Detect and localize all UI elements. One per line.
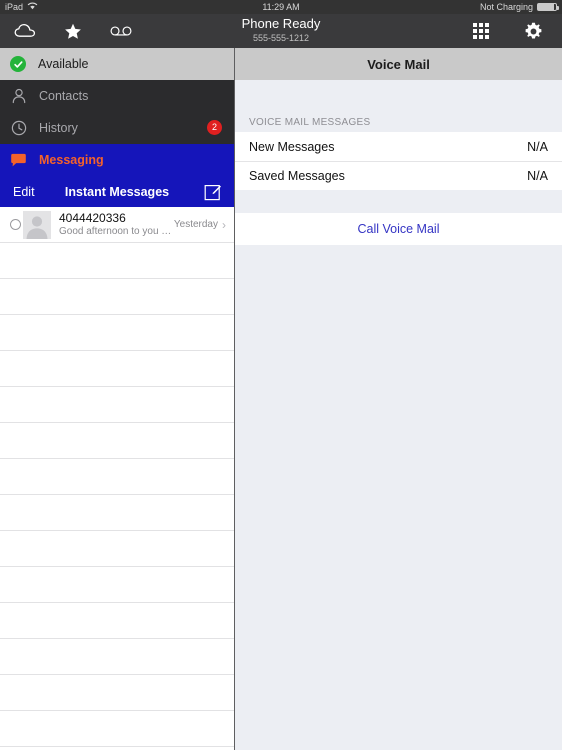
list-item-empty — [0, 279, 234, 315]
app-toolbar: Phone Ready 555-555-1212 — [0, 14, 562, 48]
list-item-empty — [0, 423, 234, 459]
section-header: VOICE MAIL MESSAGES — [235, 110, 562, 132]
battery-icon — [537, 3, 559, 11]
message-preview-text: Good afternoon to you as well — [59, 226, 174, 237]
check-circle-icon — [10, 56, 26, 72]
table-row-new-messages[interactable]: New Messages N/A — [235, 132, 562, 161]
new-messages-label: New Messages — [249, 139, 335, 154]
messages-sub-toolbar: Edit Instant Messages — [0, 176, 234, 207]
list-item[interactable]: 4044420336 Good afternoon to you as well… — [0, 207, 234, 243]
message-timestamp: Yesterday — [173, 219, 218, 230]
detail-bottom-fill — [235, 245, 562, 750]
list-item-empty — [0, 603, 234, 639]
message-list: 4044420336 Good afternoon to you as well… — [0, 207, 234, 747]
list-item-empty — [0, 495, 234, 531]
list-item-empty — [0, 387, 234, 423]
detail-top-spacer — [235, 80, 562, 110]
list-item-empty — [0, 351, 234, 387]
person-icon — [10, 88, 27, 105]
edit-button[interactable]: Edit — [13, 185, 35, 199]
list-item-empty — [0, 315, 234, 351]
list-item-empty — [0, 531, 234, 567]
list-item-empty — [0, 639, 234, 675]
list-item-empty — [0, 567, 234, 603]
status-bar-time: 11:29 AM — [262, 2, 300, 12]
chat-bubble-icon — [10, 152, 27, 169]
clock-icon — [10, 120, 27, 137]
avatar — [23, 210, 51, 239]
section-header-label: VOICE MAIL MESSAGES — [249, 117, 371, 128]
sidebar-item-messaging[interactable]: Messaging — [0, 144, 234, 176]
sidebar-nav-list: Contacts History 2 Messaging — [0, 80, 234, 176]
list-item-empty — [0, 675, 234, 711]
toolbar-left-icons — [14, 14, 132, 48]
cloud-icon[interactable] — [14, 20, 36, 42]
sidebar-item-label-contacts: Contacts — [39, 89, 89, 103]
presence-status-row[interactable]: Available — [0, 48, 234, 80]
battery-status-label: Not Charging — [479, 2, 533, 12]
toolbar-right-icons — [470, 14, 544, 48]
message-sender-name: 4044420336 — [59, 211, 126, 225]
sidebar-item-contacts[interactable]: Contacts — [0, 80, 234, 112]
call-voice-mail-label: Call Voice Mail — [357, 222, 440, 236]
compose-icon[interactable] — [204, 183, 222, 201]
detail-pane: Voice Mail VOICE MAIL MESSAGES New Messa… — [235, 48, 562, 750]
detail-mid-spacer — [235, 190, 562, 213]
saved-messages-label: Saved Messages — [249, 169, 345, 183]
app-root: iPad 11:29 AM Not Charging Phone Ready 5… — [0, 0, 562, 750]
new-messages-value: N/A — [527, 139, 548, 154]
unread-indicator-icon — [10, 219, 21, 230]
sidebar: Available Contacts History 2 Messaging E… — [0, 48, 234, 750]
voicemail-list: New Messages N/A Saved Messages N/A — [235, 132, 562, 190]
instant-messages-title: Instant Messages — [64, 184, 170, 199]
sidebar-item-label-history: History — [39, 121, 78, 135]
chevron-right-icon: › — [222, 217, 226, 232]
status-bar-right: Not Charging — [479, 0, 559, 14]
presence-status-label: Available — [38, 57, 89, 71]
sidebar-item-label-messaging: Messaging — [39, 153, 104, 167]
list-item-empty — [0, 243, 234, 279]
gear-icon[interactable] — [522, 20, 544, 42]
message-meta: Yesterday › — [174, 219, 234, 231]
detail-nav-bar: Voice Mail — [235, 48, 562, 80]
sidebar-item-history[interactable]: History 2 — [0, 112, 234, 144]
history-badge-count: 2 — [207, 120, 222, 135]
call-voice-mail-button[interactable]: Call Voice Mail — [235, 213, 562, 245]
message-text-block: 4044420336 Good afternoon to you as well — [59, 211, 174, 238]
table-row-saved-messages[interactable]: Saved Messages N/A — [235, 161, 562, 190]
saved-messages-value: N/A — [527, 169, 548, 183]
page-title: Voice Mail — [367, 56, 430, 72]
voicemail-icon[interactable] — [110, 20, 132, 42]
keypad-grid-icon[interactable] — [470, 20, 492, 42]
list-item-empty — [0, 711, 234, 747]
list-item-empty — [0, 459, 234, 495]
star-icon[interactable] — [62, 20, 84, 42]
ios-status-bar: iPad 11:29 AM Not Charging — [0, 0, 562, 14]
